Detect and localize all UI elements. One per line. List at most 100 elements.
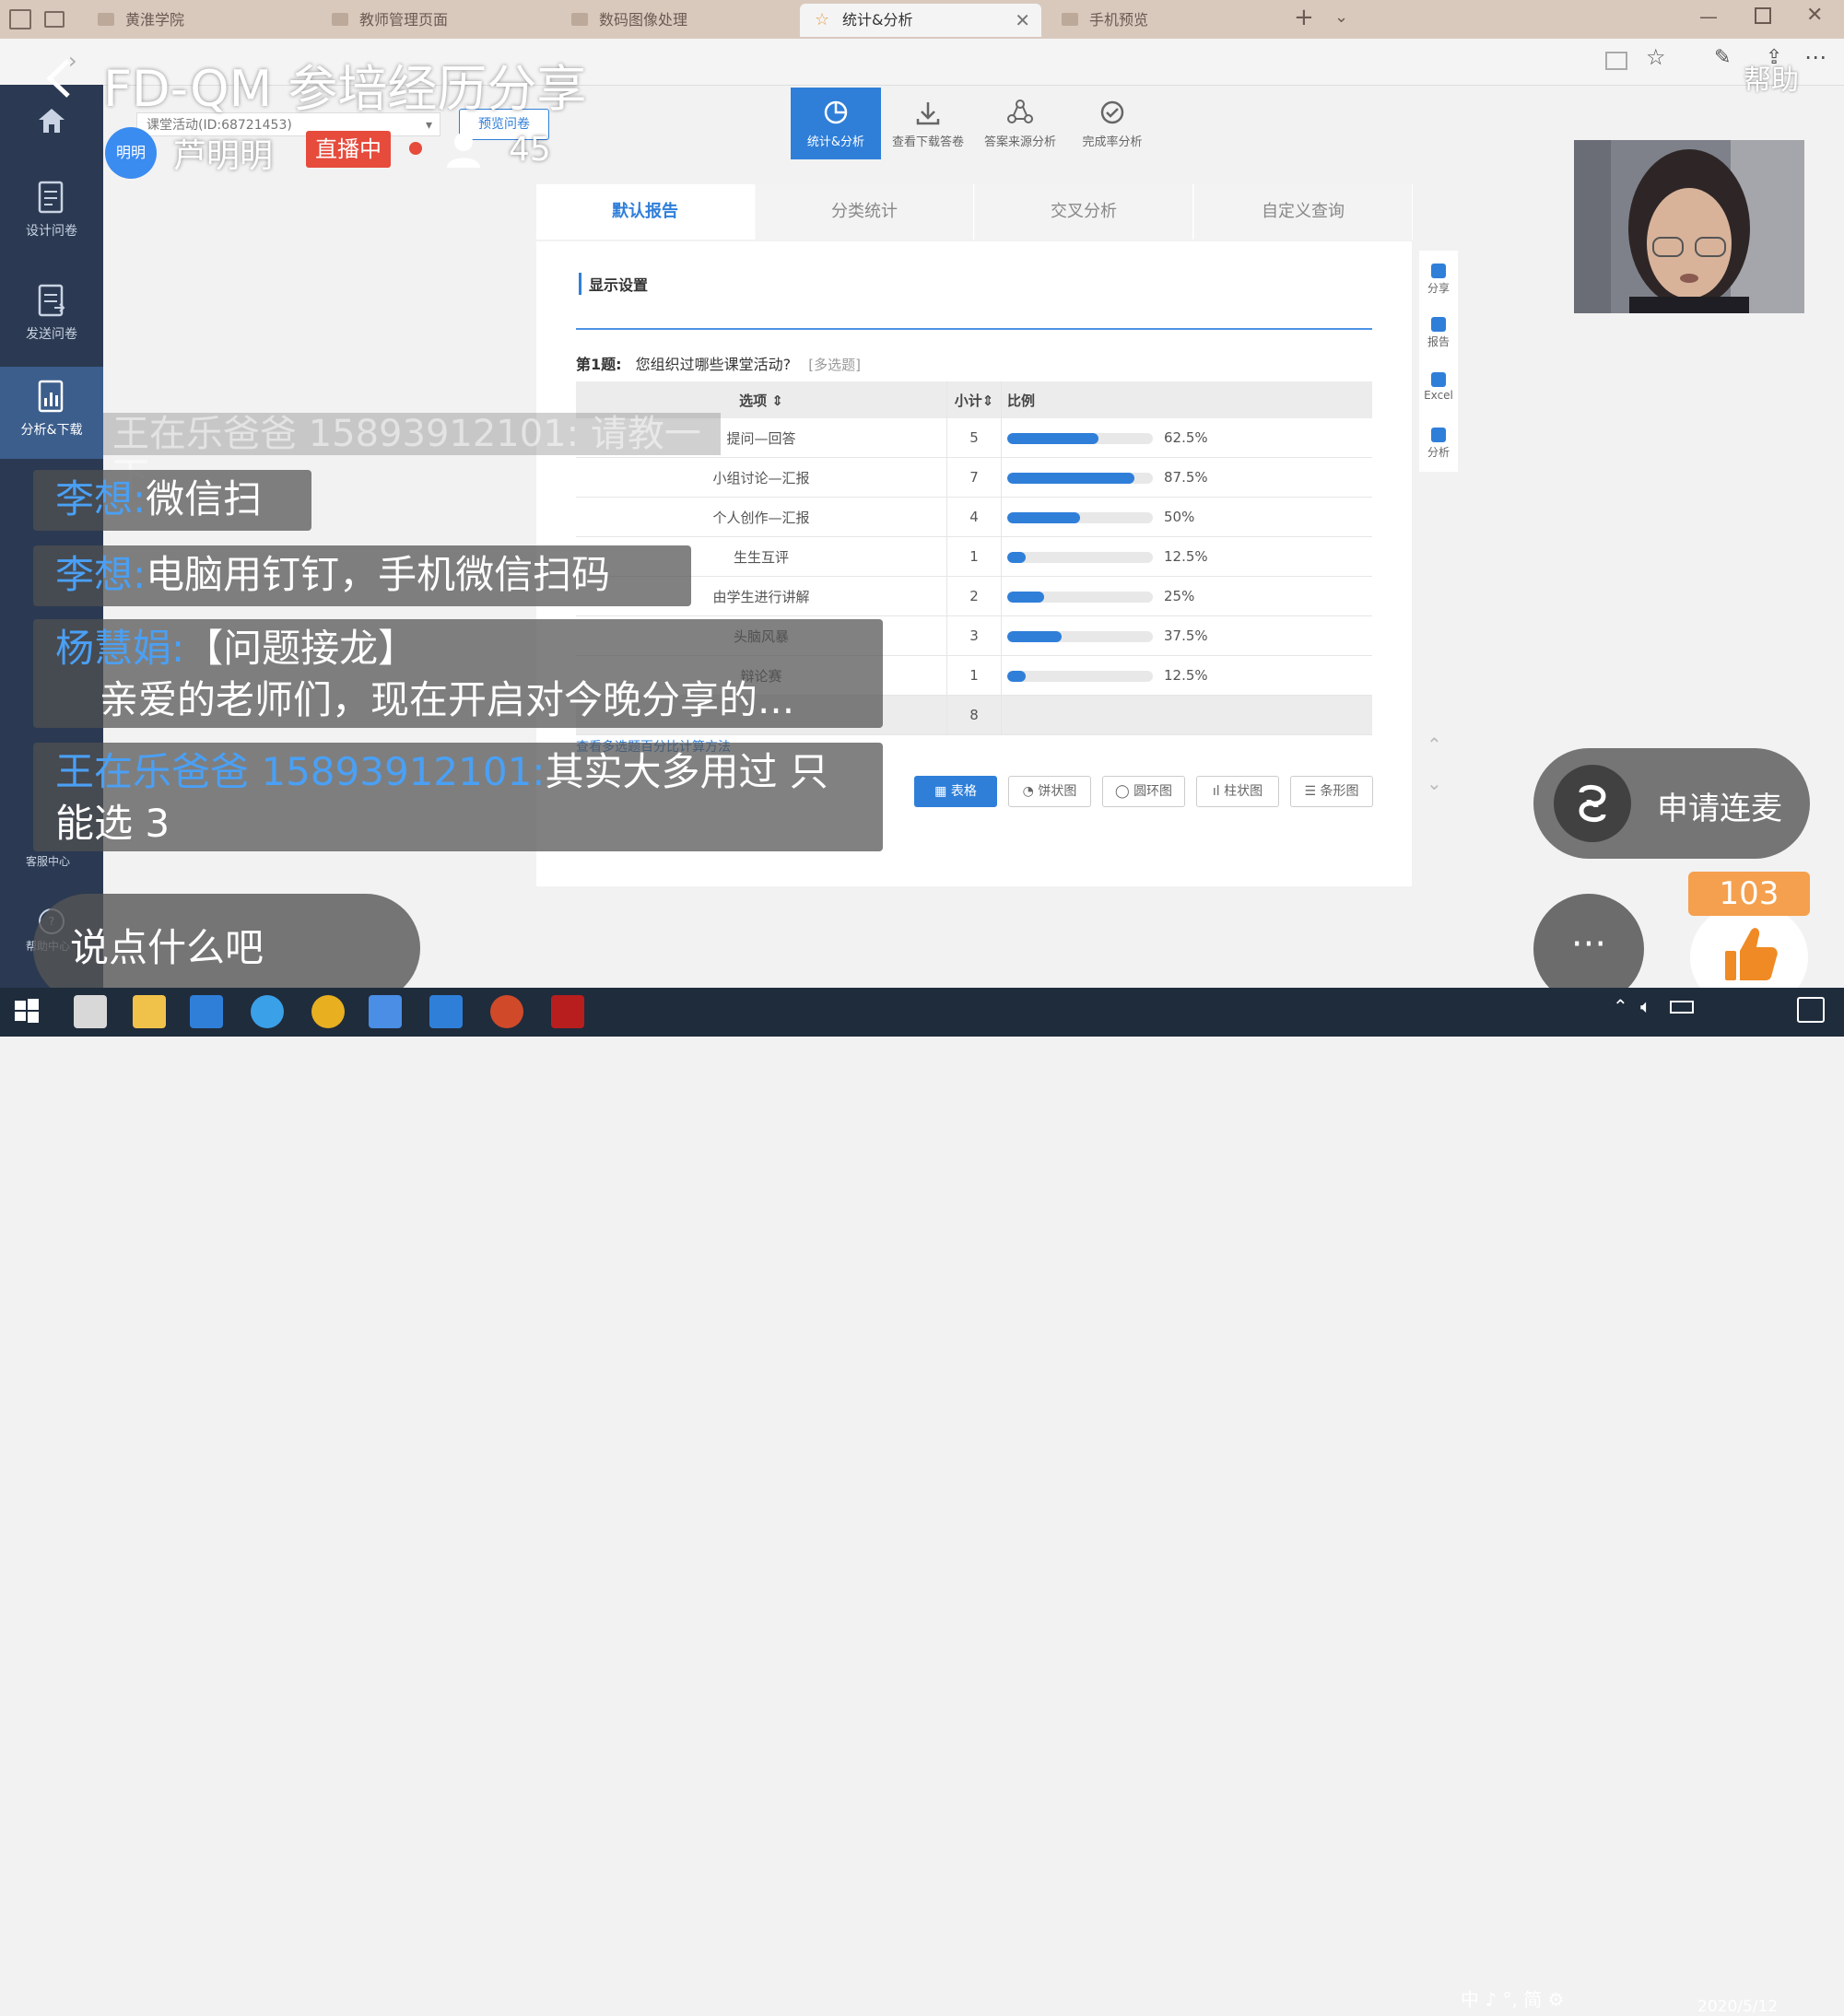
ratio-bar: [1007, 432, 1153, 444]
column-chart-icon: ıl: [1212, 784, 1225, 799]
table-row: 小组讨论—汇报 7 87.5%: [576, 457, 1372, 498]
chat-message: 王在乐爸爸 15893912101: 请教一下: [103, 413, 721, 498]
sidebar-item-analysis[interactable]: 分析&下载: [0, 367, 103, 459]
ratio-text: 12.5%: [1164, 548, 1208, 565]
question-type: [多选题]: [808, 357, 861, 373]
chart-type-table-button[interactable]: ▦ 表格: [914, 776, 997, 807]
ratio-cell: 62.5%: [1001, 418, 1372, 458]
file-explorer-icon[interactable]: [133, 995, 166, 1028]
tab-category-stats[interactable]: 分类统计: [756, 184, 974, 240]
scroll-down-icon[interactable]: ⌄: [1427, 772, 1442, 794]
chat-text: 其实大多用过 只: [545, 749, 828, 794]
browser-app-icon[interactable]: [190, 995, 223, 1028]
help-button[interactable]: 帮助: [1744, 57, 1799, 98]
table-row: 生生互评 1 12.5%: [576, 536, 1372, 577]
tab-cross-analysis[interactable]: 交叉分析: [975, 184, 1193, 240]
viewer-count: 45: [509, 131, 551, 169]
table-row: 个人创作—汇报 4 50%: [576, 497, 1372, 537]
chart-type-bar-button[interactable]: ☰ 条形图: [1290, 776, 1373, 807]
browser-tab-5[interactable]: 手机预览: [1047, 4, 1277, 37]
tab-custom-query[interactable]: 自定义查询: [1194, 184, 1413, 240]
scroll-up-icon[interactable]: ⌃: [1427, 733, 1442, 756]
toolbar-stats-analysis[interactable]: 统计&分析: [791, 88, 881, 159]
count-cell: 2: [946, 576, 1002, 616]
request-mic-button[interactable]: 申请连麦: [1533, 748, 1810, 859]
display-settings-title[interactable]: 显示设置: [579, 273, 648, 295]
toolbar-download-answers[interactable]: 查看下载答卷: [883, 88, 973, 159]
comment-input[interactable]: 说点什么吧: [33, 894, 420, 1002]
calculator-icon[interactable]: [74, 995, 107, 1028]
app-icon[interactable]: [429, 995, 463, 1028]
chat-text: 【问题接龙】: [184, 626, 417, 671]
chart-type-pie-button[interactable]: ◔ 饼状图: [1008, 776, 1091, 807]
chevron-down-icon[interactable]: ⌄: [1334, 7, 1348, 27]
pen-icon[interactable]: ✎: [1714, 46, 1731, 69]
internet-explorer-icon[interactable]: [251, 995, 284, 1028]
volume-icon[interactable]: 🔈︎: [1640, 995, 1651, 1017]
count-cell: 1: [946, 655, 1002, 696]
system-tray[interactable]: 中 ♪ °, 简 ⚙: [1461, 1985, 1564, 2011]
host-name: 芦明明: [173, 137, 274, 175]
bar-chart-icon: ☰: [1304, 784, 1321, 799]
close-tab-icon[interactable]: ✕: [1015, 4, 1030, 37]
reader-mode-icon[interactable]: [1605, 52, 1627, 70]
chevron-up-icon[interactable]: ⌃: [1613, 995, 1628, 1017]
browser-tab-3[interactable]: 数码图像处理: [557, 4, 787, 37]
browser-tab-2[interactable]: 教师管理页面: [317, 4, 547, 37]
restore-icon[interactable]: [1755, 7, 1771, 24]
right-tools: 分享 报告 Excel 分析: [1419, 251, 1458, 472]
browser-tab-1[interactable]: 黄淮学院: [83, 4, 313, 37]
tool-label: 分享: [1427, 282, 1450, 295]
tab-label: 统计&分析: [842, 11, 913, 29]
excel-icon: [1431, 372, 1446, 387]
ratio-bar-fill: [1007, 670, 1026, 682]
chat-message: 李想:电脑用钉钉，手机微信扫码: [33, 545, 691, 606]
share-tool[interactable]: 分享: [1419, 260, 1458, 296]
sidebar-item-send[interactable]: 发送问卷: [0, 271, 103, 363]
chat-sender: 王在乐爸爸 15893912101:: [112, 413, 580, 455]
favorite-star-icon[interactable]: ☆: [1646, 44, 1666, 70]
page-icon: [98, 13, 114, 26]
report-tool[interactable]: 报告: [1419, 313, 1458, 349]
excel-tool[interactable]: Excel: [1419, 369, 1458, 402]
sidebar-item-design[interactable]: 设计问卷: [0, 168, 103, 260]
back-arrow-icon[interactable]: [41, 55, 77, 101]
minimize-icon[interactable]: —: [1699, 6, 1718, 28]
column-header-count[interactable]: 小计⇕: [946, 381, 1002, 418]
ratio-bar-fill: [1007, 551, 1026, 563]
spss-icon: [1431, 428, 1446, 442]
sidebar-item-label: 设计问卷: [26, 224, 77, 239]
chart-button-label: 圆环图: [1133, 784, 1173, 799]
webcam-video[interactable]: [1574, 140, 1804, 313]
more-icon[interactable]: ⋯: [1804, 44, 1826, 70]
check-circle-icon: [1100, 100, 1124, 124]
ratio-cell: 12.5%: [1001, 655, 1372, 696]
ratio-text: 62.5%: [1164, 429, 1208, 446]
avatar[interactable]: 明明: [105, 127, 157, 179]
chrome-icon[interactable]: [311, 995, 345, 1028]
back-history-icon[interactable]: [44, 11, 65, 28]
pdf-reader-icon[interactable]: [551, 995, 584, 1028]
powerpoint-icon[interactable]: [490, 995, 523, 1028]
new-tab-button[interactable]: +: [1294, 4, 1314, 31]
tab-default-report[interactable]: 默认报告: [536, 184, 755, 240]
ratio-text: 50%: [1164, 509, 1195, 525]
battery-icon[interactable]: [1670, 1001, 1694, 1014]
ratio-bar: [1007, 551, 1153, 563]
app-icon[interactable]: [369, 995, 402, 1028]
tab-list-icon[interactable]: [9, 9, 31, 29]
home-icon[interactable]: [37, 107, 66, 135]
chart-type-ring-button[interactable]: ◯ 圆环图: [1102, 776, 1185, 807]
chart-type-column-button[interactable]: ıl 柱状图: [1196, 776, 1279, 807]
spss-tool[interactable]: 分析: [1419, 424, 1458, 460]
count-cell: 5: [946, 418, 1002, 458]
toolbar-completion-analysis[interactable]: 完成率分析: [1067, 88, 1157, 159]
windows-start-icon[interactable]: [13, 997, 46, 1030]
toolbar-label: 统计&分析: [806, 135, 865, 149]
browser-tab-4[interactable]: ☆ 统计&分析 ✕: [800, 4, 1041, 37]
tab-label: 黄淮学院: [125, 11, 185, 29]
close-window-icon[interactable]: ✕: [1806, 4, 1823, 27]
question-title: 第1题: 您组织过哪些课堂活动? [多选题]: [576, 352, 861, 374]
toolbar-source-analysis[interactable]: 答案来源分析: [975, 88, 1065, 159]
notification-icon[interactable]: [1797, 997, 1825, 1023]
